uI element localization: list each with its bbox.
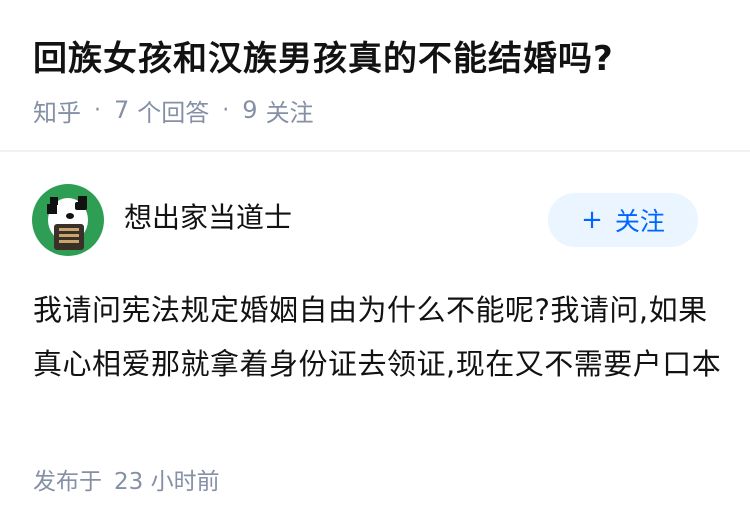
divider	[0, 150, 750, 152]
posted-label: 发布于	[33, 469, 102, 495]
author-name[interactable]: 想出家当道士	[124, 198, 292, 238]
source-label[interactable]: 知乎	[33, 93, 81, 128]
follow-button[interactable]: + 关注	[548, 193, 698, 247]
avatar[interactable]	[32, 184, 104, 256]
answers-count: 7	[114, 96, 130, 124]
question-title[interactable]: 回族女孩和汉族男孩真的不能结婚吗?	[33, 36, 614, 82]
answer-content[interactable]: 我请问宪法规定婚姻自由为什么不能呢?我请问,如果真心相爱那就拿着身份证去领证,现…	[33, 283, 723, 391]
meta-separator: ·	[94, 97, 101, 123]
answer-timestamp: 发布于 23 小时前	[33, 462, 220, 496]
meta-separator: ·	[222, 97, 230, 123]
question-header: 回族女孩和汉族男孩真的不能结婚吗? 知乎 · 7 个回答 · 9 关注	[0, 0, 750, 150]
plus-icon: +	[581, 205, 603, 235]
followers-label[interactable]: 关注	[266, 93, 314, 128]
followers-count: 9	[242, 96, 258, 124]
question-meta: 知乎 · 7 个回答 · 9 关注	[33, 93, 314, 128]
posted-time: 23 小时前	[114, 469, 220, 495]
follow-button-label: 关注	[614, 207, 665, 236]
answers-label[interactable]: 个回答	[137, 93, 209, 128]
avatar-image	[32, 184, 104, 256]
